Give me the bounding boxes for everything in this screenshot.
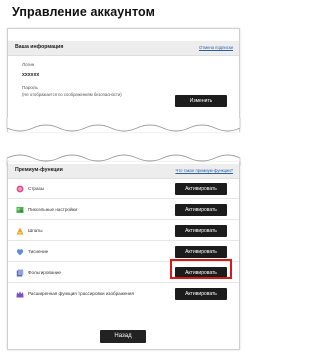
- activate-rhinestones-button[interactable]: Активировать: [175, 183, 227, 195]
- page-header: Управление аккаунтом: [0, 0, 245, 30]
- activate-spats-button[interactable]: Активировать: [175, 225, 227, 237]
- premium-row-foiling: Фольгирование Активировать: [8, 259, 239, 283]
- premium-item-label: Пиксельные настройки: [28, 207, 78, 212]
- pixel-brush-icon: [16, 207, 24, 213]
- premium-row-rhinestones: Стразы Активировать: [8, 179, 239, 199]
- activate-pixel-button[interactable]: Активировать: [175, 204, 227, 216]
- password-label: Пароль: [22, 85, 38, 90]
- crown-icon: [16, 291, 24, 298]
- highlight-box: [170, 259, 232, 279]
- premium-features-card: Премиум-функции Что такое премиум-функци…: [7, 162, 240, 350]
- activate-embossing-button[interactable]: Активировать: [175, 246, 227, 258]
- premium-item-label: Расширенная функция трассировки изображе…: [28, 291, 134, 296]
- paint-icon: [16, 227, 24, 235]
- activate-tracing-button[interactable]: Активировать: [175, 288, 227, 300]
- premium-item-label: Шпаты: [28, 228, 43, 233]
- premium-row-pixel: Пиксельные настройки Активировать: [8, 200, 239, 220]
- premium-item-label: Стразы: [28, 186, 44, 191]
- premium-item-label: Фольгирование: [28, 270, 61, 275]
- login-label: Логин: [22, 62, 35, 67]
- back-button[interactable]: Назад: [100, 330, 146, 343]
- account-section-header: Ваша информация Отмена подписки: [8, 41, 239, 56]
- account-info-card: Ваша информация Отмена подписки Логин xx…: [7, 28, 240, 132]
- premium-section-header: Премиум-функции Что такое премиум-функци…: [8, 164, 239, 179]
- page-title: Управление аккаунтом: [12, 5, 155, 19]
- torn-edge-divider: [6, 118, 241, 132]
- change-password-button[interactable]: Изменить: [175, 95, 227, 107]
- foil-icon: [16, 269, 24, 277]
- premium-row-spats: Шпаты Активировать: [8, 221, 239, 241]
- premium-row-tracing: Расширенная функция трассировки изображе…: [8, 284, 239, 304]
- premium-section-title: Премиум-функции: [15, 167, 63, 173]
- login-value: xxxxxx: [22, 72, 40, 78]
- what-are-premium-link[interactable]: Что такое премиум-функции?: [175, 168, 233, 173]
- premium-item-label: Тиснение: [28, 249, 49, 254]
- heart-icon: [16, 249, 24, 256]
- cancel-subscription-link[interactable]: Отмена подписки: [199, 45, 233, 50]
- gem-icon: [16, 185, 24, 193]
- password-note: (Не отображается по соображениям безопас…: [22, 92, 122, 97]
- account-section-title: Ваша информация: [15, 44, 64, 50]
